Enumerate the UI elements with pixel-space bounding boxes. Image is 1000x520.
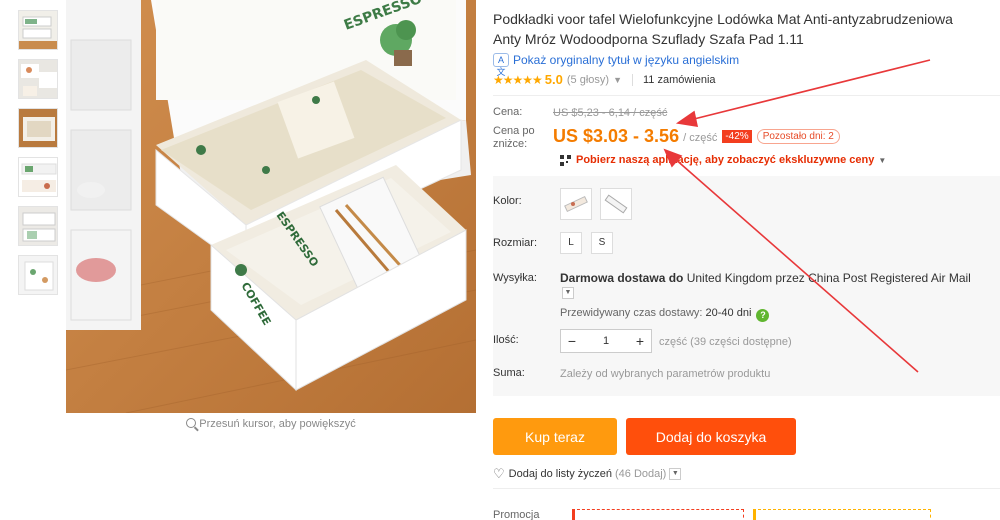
delivery-estimate: Przewidywany czas dostawy: 20-40 dni ? bbox=[560, 307, 770, 322]
size-label: Rozmiar: bbox=[493, 237, 538, 249]
qr-code-icon bbox=[560, 154, 571, 166]
magnifier-icon bbox=[186, 418, 197, 428]
promotion-label: Promocja bbox=[493, 509, 540, 520]
size-option-l[interactable]: L bbox=[560, 232, 582, 254]
divider bbox=[631, 73, 633, 86]
product-info: Podkładki voor tafel Wielofunkcyjne Lodó… bbox=[493, 0, 1000, 396]
sum-note: Zależy od wybranych parametrów produktu bbox=[560, 368, 771, 380]
orders-count: 11 zamówienia bbox=[642, 73, 716, 86]
thumbnail-5[interactable] bbox=[18, 206, 58, 246]
sum-label: Suma: bbox=[493, 367, 525, 379]
help-icon[interactable]: ? bbox=[756, 309, 770, 322]
quantity-label: Ilość: bbox=[493, 334, 519, 346]
zoom-hint-text: Przesuń kursor, aby powiększyć bbox=[199, 418, 356, 430]
app-promo-row[interactable]: Pobierz naszą aplikację, aby zobaczyć ek… bbox=[560, 154, 1000, 166]
star-rating-icon: ★★★★★ bbox=[493, 72, 543, 87]
rating-row: ★★★★★ 5.0 (5 głosy) ▼ 11 zamówienia bbox=[493, 72, 1000, 87]
coupon-card-1[interactable] bbox=[572, 509, 744, 520]
price-label: Cena: bbox=[493, 106, 523, 118]
original-price: US $5,23 - 6,14 / część bbox=[553, 107, 668, 119]
wishlist-count: (46 Dodaj) bbox=[614, 468, 667, 480]
color-label: Kolor: bbox=[493, 195, 522, 207]
delivery-estimate-value: 20-40 dni bbox=[705, 307, 752, 319]
rating-value: 5.0 bbox=[544, 72, 563, 87]
app-promo-text[interactable]: Pobierz naszą aplikację, aby zobaczyć ek… bbox=[576, 154, 874, 166]
translate-link[interactable]: Pokaż oryginalny tytuł w języku angielsk… bbox=[513, 53, 739, 67]
wishlist-link[interactable]: Dodaj do listy życzeń bbox=[509, 468, 612, 480]
options-panel: Kolor: Rozmiar: L S Wysyłka: Darmowa dos… bbox=[493, 176, 1000, 396]
thumbnail-6[interactable] bbox=[18, 255, 58, 295]
discount-badge: -42% bbox=[722, 130, 752, 143]
shipping-dropdown-button[interactable]: ▼ bbox=[562, 287, 574, 299]
price-block: Cena: US $5,23 - 6,14 / część Cena po zn… bbox=[493, 96, 1000, 166]
buy-now-button[interactable]: Kup teraz bbox=[493, 418, 617, 455]
shipping-label: Wysyłka: bbox=[493, 272, 537, 284]
wishlist-row[interactable]: ♡ Dodaj do listy życzeń (46 Dodaj) ▼ bbox=[493, 466, 682, 482]
thumbnail-2[interactable] bbox=[18, 59, 58, 99]
translate-row[interactable]: A文 Pokaż oryginalny tytuł w języku angie… bbox=[493, 53, 1000, 77]
zoom-hint: Przesuń kursor, aby powiększyć bbox=[66, 418, 476, 430]
add-to-cart-button[interactable]: Dodaj do koszyka bbox=[626, 418, 796, 455]
deal-price: US $3.03 - 3.56 bbox=[553, 126, 680, 146]
heart-icon[interactable]: ♡ bbox=[493, 466, 505, 482]
shipping-info: Darmowa dostawa do United Kingdom przez … bbox=[560, 271, 971, 285]
thumbnail-4[interactable] bbox=[18, 157, 58, 197]
coupon-card-2[interactable] bbox=[753, 509, 931, 520]
quantity-plus-button[interactable]: + bbox=[629, 333, 651, 349]
thumbnail-strip bbox=[18, 10, 58, 304]
delivery-estimate-label: Przewidywany czas dostawy: bbox=[560, 307, 703, 319]
deal-price-label: Cena po zniżce: bbox=[493, 125, 535, 150]
free-shipping-text: Darmowa dostawa do bbox=[560, 271, 684, 285]
chevron-down-icon[interactable]: ▼ bbox=[613, 75, 622, 85]
chevron-down-icon[interactable]: ▼ bbox=[669, 468, 682, 480]
divider bbox=[493, 488, 1000, 489]
product-title: Podkładki voor tafel Wielofunkcyjne Lodó… bbox=[493, 11, 953, 47]
quantity-input[interactable]: 1 bbox=[583, 335, 629, 347]
quantity-stepper: − 1 + bbox=[560, 329, 652, 353]
price-unit: / część bbox=[683, 132, 718, 144]
thumbnail-3[interactable] bbox=[18, 108, 58, 148]
product-main-image[interactable]: ESPRESSO COFFEE ESPRESSO bbox=[66, 0, 476, 413]
color-swatch-2[interactable] bbox=[600, 188, 632, 220]
size-option-s[interactable]: S bbox=[591, 232, 613, 254]
chevron-down-icon[interactable]: ▼ bbox=[878, 156, 886, 165]
translate-icon: A文 bbox=[493, 53, 509, 77]
days-left-badge: Pozostało dni: 2 bbox=[756, 129, 840, 144]
votes-count[interactable]: (5 głosy) bbox=[567, 74, 609, 86]
thumbnail-1[interactable] bbox=[18, 10, 58, 50]
shipping-destination: United Kingdom przez China Post Register… bbox=[686, 271, 971, 285]
quantity-available: część (39 części dostępne) bbox=[659, 336, 792, 348]
color-swatch-1[interactable] bbox=[560, 188, 592, 220]
quantity-minus-button[interactable]: − bbox=[561, 333, 583, 349]
